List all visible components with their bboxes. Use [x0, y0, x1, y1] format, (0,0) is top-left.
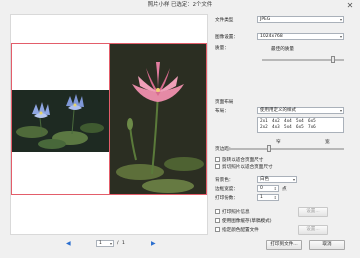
layout-option[interactable]: 4x3	[272, 125, 284, 131]
cancel-button[interactable]: 取消	[309, 240, 345, 250]
chevron-down-icon: ▾	[339, 108, 342, 113]
color-profile-label: 指定颜色配置文件	[222, 228, 259, 233]
print-info-checkbox[interactable]	[215, 209, 220, 214]
page-select[interactable]: 1 ▾	[96, 240, 114, 247]
pink-lily-image	[110, 44, 206, 194]
spinner-icon[interactable]: ⇕	[274, 186, 277, 192]
total-pages: 1	[122, 241, 125, 246]
quality-slider-thumb[interactable]	[330, 56, 335, 63]
chevron-down-icon: ▾	[109, 241, 112, 246]
print-info-settings-button[interactable]: 设置...	[298, 207, 328, 217]
current-page: 1	[99, 241, 102, 246]
bg-color-value: 白色	[260, 177, 269, 182]
page-separator: /	[117, 241, 119, 246]
file-type-select[interactable]: JPEG ▾	[257, 16, 344, 23]
spacing-narrow-label: 窄	[276, 140, 281, 145]
layout-grid-row: 2x2 4x3 5x4 6x5 7x6	[260, 125, 341, 131]
draft-mode-label: 使用图像缓存(草稿模式)	[222, 219, 272, 224]
border-width-input[interactable]: 0 ⇕	[257, 185, 279, 192]
layout-grid-list[interactable]: 2x1 4x2 4x4 5x4 6x5 2x2 4x3 5x4 6x5 7x6	[257, 117, 344, 133]
layout-option[interactable]: 6x5	[296, 125, 308, 131]
copies-input[interactable]: 1 ⇕	[257, 194, 279, 201]
print-info-label: 打印照片信息	[222, 210, 250, 215]
layout-label: 布局：	[215, 109, 229, 114]
spacing-wide-label: 宽	[325, 140, 330, 145]
layout-option[interactable]: 2x2	[260, 125, 272, 131]
thumbnail-water-lilies[interactable]	[11, 43, 110, 195]
page-layout-section-label: 页面布局	[215, 100, 234, 105]
chevron-down-icon: ▾	[292, 177, 295, 182]
border-width-value: 0	[260, 186, 263, 191]
chevron-down-icon: ▾	[339, 17, 342, 22]
spinner-icon[interactable]: ⇕	[274, 195, 277, 201]
quality-label: 质量：	[215, 46, 229, 51]
chevron-down-icon: ▾	[339, 34, 342, 39]
border-width-label: 边框宽度：	[215, 187, 238, 192]
close-icon[interactable]: ✕	[343, 0, 357, 11]
water-lilies-image	[12, 90, 109, 152]
crop-checkbox[interactable]	[215, 164, 220, 169]
copies-label: 打印份数：	[215, 196, 238, 201]
image-size-select[interactable]: 1024x768 ▾	[257, 33, 344, 40]
prev-page-icon[interactable]: ◀	[66, 240, 71, 248]
print-to-file-button[interactable]: 打印到文件...	[266, 240, 302, 250]
layout-option[interactable]: 7x6	[308, 125, 320, 131]
layout-value: 使用用定义的样式	[260, 108, 296, 113]
layout-select[interactable]: 使用用定义的样式 ▾	[257, 107, 344, 114]
color-profile-settings-button[interactable]: 设置...	[298, 225, 328, 235]
layout-option[interactable]: 5x4	[284, 125, 296, 131]
bg-color-select[interactable]: 白色 ▾	[257, 176, 297, 183]
color-profile-checkbox[interactable]	[215, 227, 220, 232]
draft-mode-checkbox[interactable]	[215, 218, 220, 223]
copies-value: 1	[260, 195, 263, 200]
spacing-slider-thumb[interactable]	[267, 145, 272, 152]
image-size-value: 1024x768	[260, 34, 283, 39]
thumbnail-pink-lily[interactable]	[109, 43, 207, 195]
file-type-value: JPEG	[260, 17, 271, 22]
border-unit: 点	[282, 187, 287, 192]
next-page-icon[interactable]: ▶	[151, 240, 156, 248]
rotate-checkbox[interactable]	[215, 157, 220, 162]
quality-value-label: 最佳的质量	[271, 47, 294, 52]
bg-color-label: 背景色：	[215, 178, 234, 183]
spacing-slider-track[interactable]	[226, 148, 344, 150]
crop-label: 剪切照片以适合页面尺寸	[222, 165, 273, 170]
rotate-label: 旋转以适合页面尺寸	[222, 158, 264, 163]
file-type-label: 文件类型	[215, 18, 234, 23]
preview-pane	[10, 14, 208, 235]
image-size-label: 图像设置：	[215, 35, 238, 40]
window-title: 照片小样 已选定：2个文件	[0, 0, 360, 13]
